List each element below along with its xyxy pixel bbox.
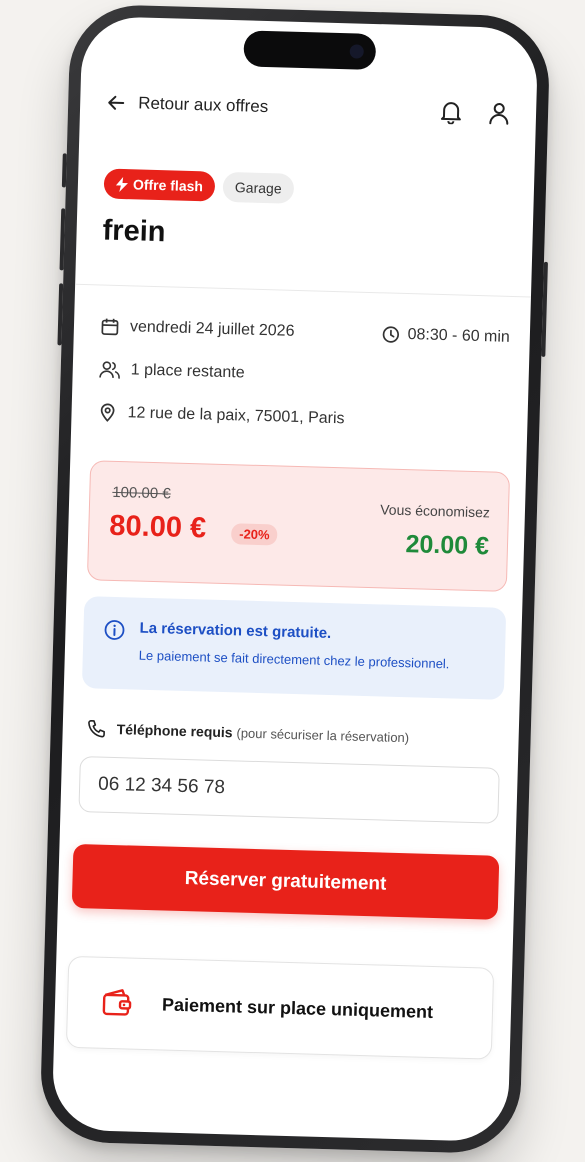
- savings-value: 20.00 €: [405, 530, 490, 561]
- time-group: 08:30 - 60 min: [381, 325, 510, 347]
- info-title: La réservation est gratuite.: [139, 619, 332, 643]
- old-price: 100.00 €: [112, 483, 171, 503]
- phone-label-row: Téléphone requis (pour sécuriser la rése…: [86, 718, 409, 747]
- offer-places: 1 place restante: [130, 361, 245, 382]
- calendar-icon: [100, 316, 121, 337]
- category-badge: Garage: [222, 171, 295, 204]
- price-card: 100.00 € 80.00 € -20% Vous économisez 20…: [86, 460, 511, 592]
- user-icon[interactable]: [488, 101, 511, 126]
- offer-address: 12 rue de la paix, 75001, Paris: [127, 404, 345, 428]
- info-icon: [103, 619, 126, 642]
- power-button: [541, 261, 548, 357]
- new-price: 80.00 €: [108, 509, 207, 545]
- phone-field-label: Téléphone requis: [116, 721, 233, 741]
- wallet-icon: [100, 986, 135, 1021]
- phone-screen: Retour aux offres Offre flash Garage fre…: [51, 15, 539, 1143]
- payment-option-card[interactable]: Paiement sur place uniquement: [65, 955, 495, 1060]
- lightning-icon: [115, 176, 129, 192]
- action-button: [61, 153, 67, 188]
- dynamic-island: [243, 30, 377, 71]
- stage: Retour aux offres Offre flash Garage fre…: [0, 0, 585, 1162]
- back-button[interactable]: Retour aux offres: [106, 93, 269, 118]
- date-row: vendredi 24 juillet 2026 08:30 - 60 min: [100, 316, 510, 347]
- users-icon: [98, 359, 121, 380]
- flash-badge: Offre flash: [103, 168, 216, 202]
- payment-option-label: Paiement sur place uniquement: [161, 993, 434, 1022]
- offer-title: frein: [102, 214, 166, 249]
- bell-icon[interactable]: [440, 100, 463, 125]
- phone-field-hint: (pour sécuriser la réservation): [236, 725, 410, 746]
- location-pin-icon: [97, 402, 118, 423]
- volume-up-button: [59, 208, 66, 271]
- flash-badge-label: Offre flash: [132, 176, 204, 195]
- savings-label: Vous économisez: [380, 501, 491, 521]
- top-bar: Retour aux offres: [106, 89, 511, 128]
- phone-icon: [86, 718, 107, 739]
- address-row: 12 rue de la paix, 75001, Paris: [97, 402, 507, 433]
- clock-icon: [381, 325, 399, 343]
- info-text: Le paiement se fait directement chez le …: [138, 647, 450, 672]
- volume-down-button: [57, 283, 64, 346]
- back-arrow-icon: [106, 93, 127, 114]
- camera-icon: [349, 44, 364, 59]
- offer-date: vendredi 24 juillet 2026: [129, 318, 295, 340]
- phone-frame: Retour aux offres Offre flash Garage fre…: [39, 3, 551, 1155]
- back-label: Retour aux offres: [137, 93, 269, 117]
- offer-time: 08:30 - 60 min: [407, 326, 511, 346]
- discount-badge: -20%: [230, 523, 278, 546]
- info-card: La réservation est gratuite. Le paiement…: [81, 596, 507, 700]
- offer-badges: Offre flash Garage: [103, 168, 295, 204]
- divider: [75, 283, 531, 298]
- phone-input[interactable]: [78, 756, 500, 824]
- places-row: 1 place restante: [98, 359, 508, 390]
- reserve-button[interactable]: Réserver gratuitement: [71, 843, 500, 920]
